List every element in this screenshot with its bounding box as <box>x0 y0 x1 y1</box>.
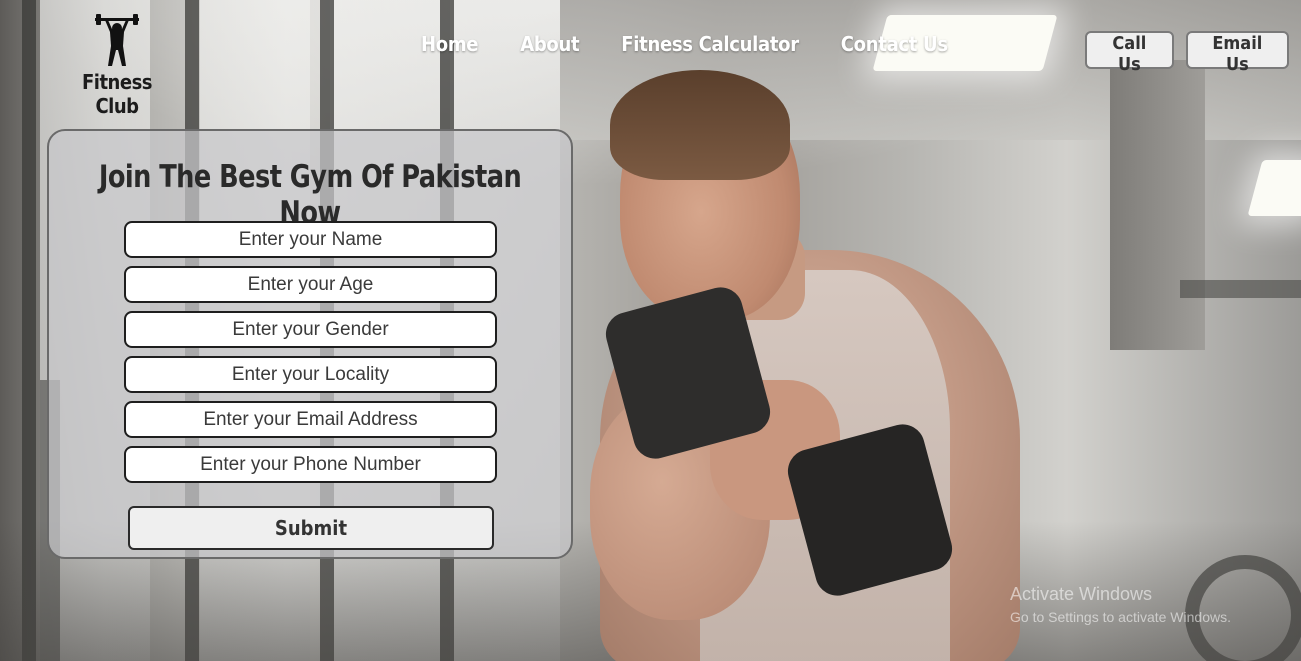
gender-field[interactable] <box>124 311 497 348</box>
nav-item-fitness-calculator[interactable]: Fitness Calculator <box>621 32 799 56</box>
watermark-title: Activate Windows <box>1010 584 1153 604</box>
watermark-subtitle: Go to Settings to activate Windows. <box>1010 609 1231 625</box>
call-us-button[interactable]: Call Us <box>1085 31 1174 75</box>
brand-logo[interactable]: Fitness Club <box>62 14 172 118</box>
email-us-button[interactable]: Email Us <box>1185 31 1289 75</box>
email-field[interactable] <box>124 401 497 438</box>
athlete-hair <box>610 70 790 180</box>
nav-item-contact-us[interactable]: Contact Us <box>841 32 948 56</box>
phone-field[interactable] <box>124 446 497 483</box>
brand-name: Fitness Club <box>81 70 153 118</box>
ceiling-light <box>1247 160 1301 216</box>
main-nav: Home About Fitness Calculator Contact Us <box>421 32 990 56</box>
contact-buttons: Call Us Email Us <box>1085 31 1301 75</box>
gym-pillar <box>1110 60 1205 350</box>
gym-rack <box>1180 280 1301 298</box>
locality-field[interactable] <box>124 356 497 393</box>
submit-button[interactable]: Submit <box>128 506 494 550</box>
age-field[interactable] <box>124 266 497 303</box>
nav-item-home[interactable]: Home <box>421 32 478 56</box>
name-field[interactable] <box>124 221 497 258</box>
nav-item-about[interactable]: About <box>520 32 579 56</box>
join-form: Join The Best Gym Of Pakistan Now Submit <box>47 129 573 559</box>
windows-watermark: Activate Windows Go to Settings to activ… <box>1010 584 1231 625</box>
weightlifter-icon <box>95 14 139 66</box>
